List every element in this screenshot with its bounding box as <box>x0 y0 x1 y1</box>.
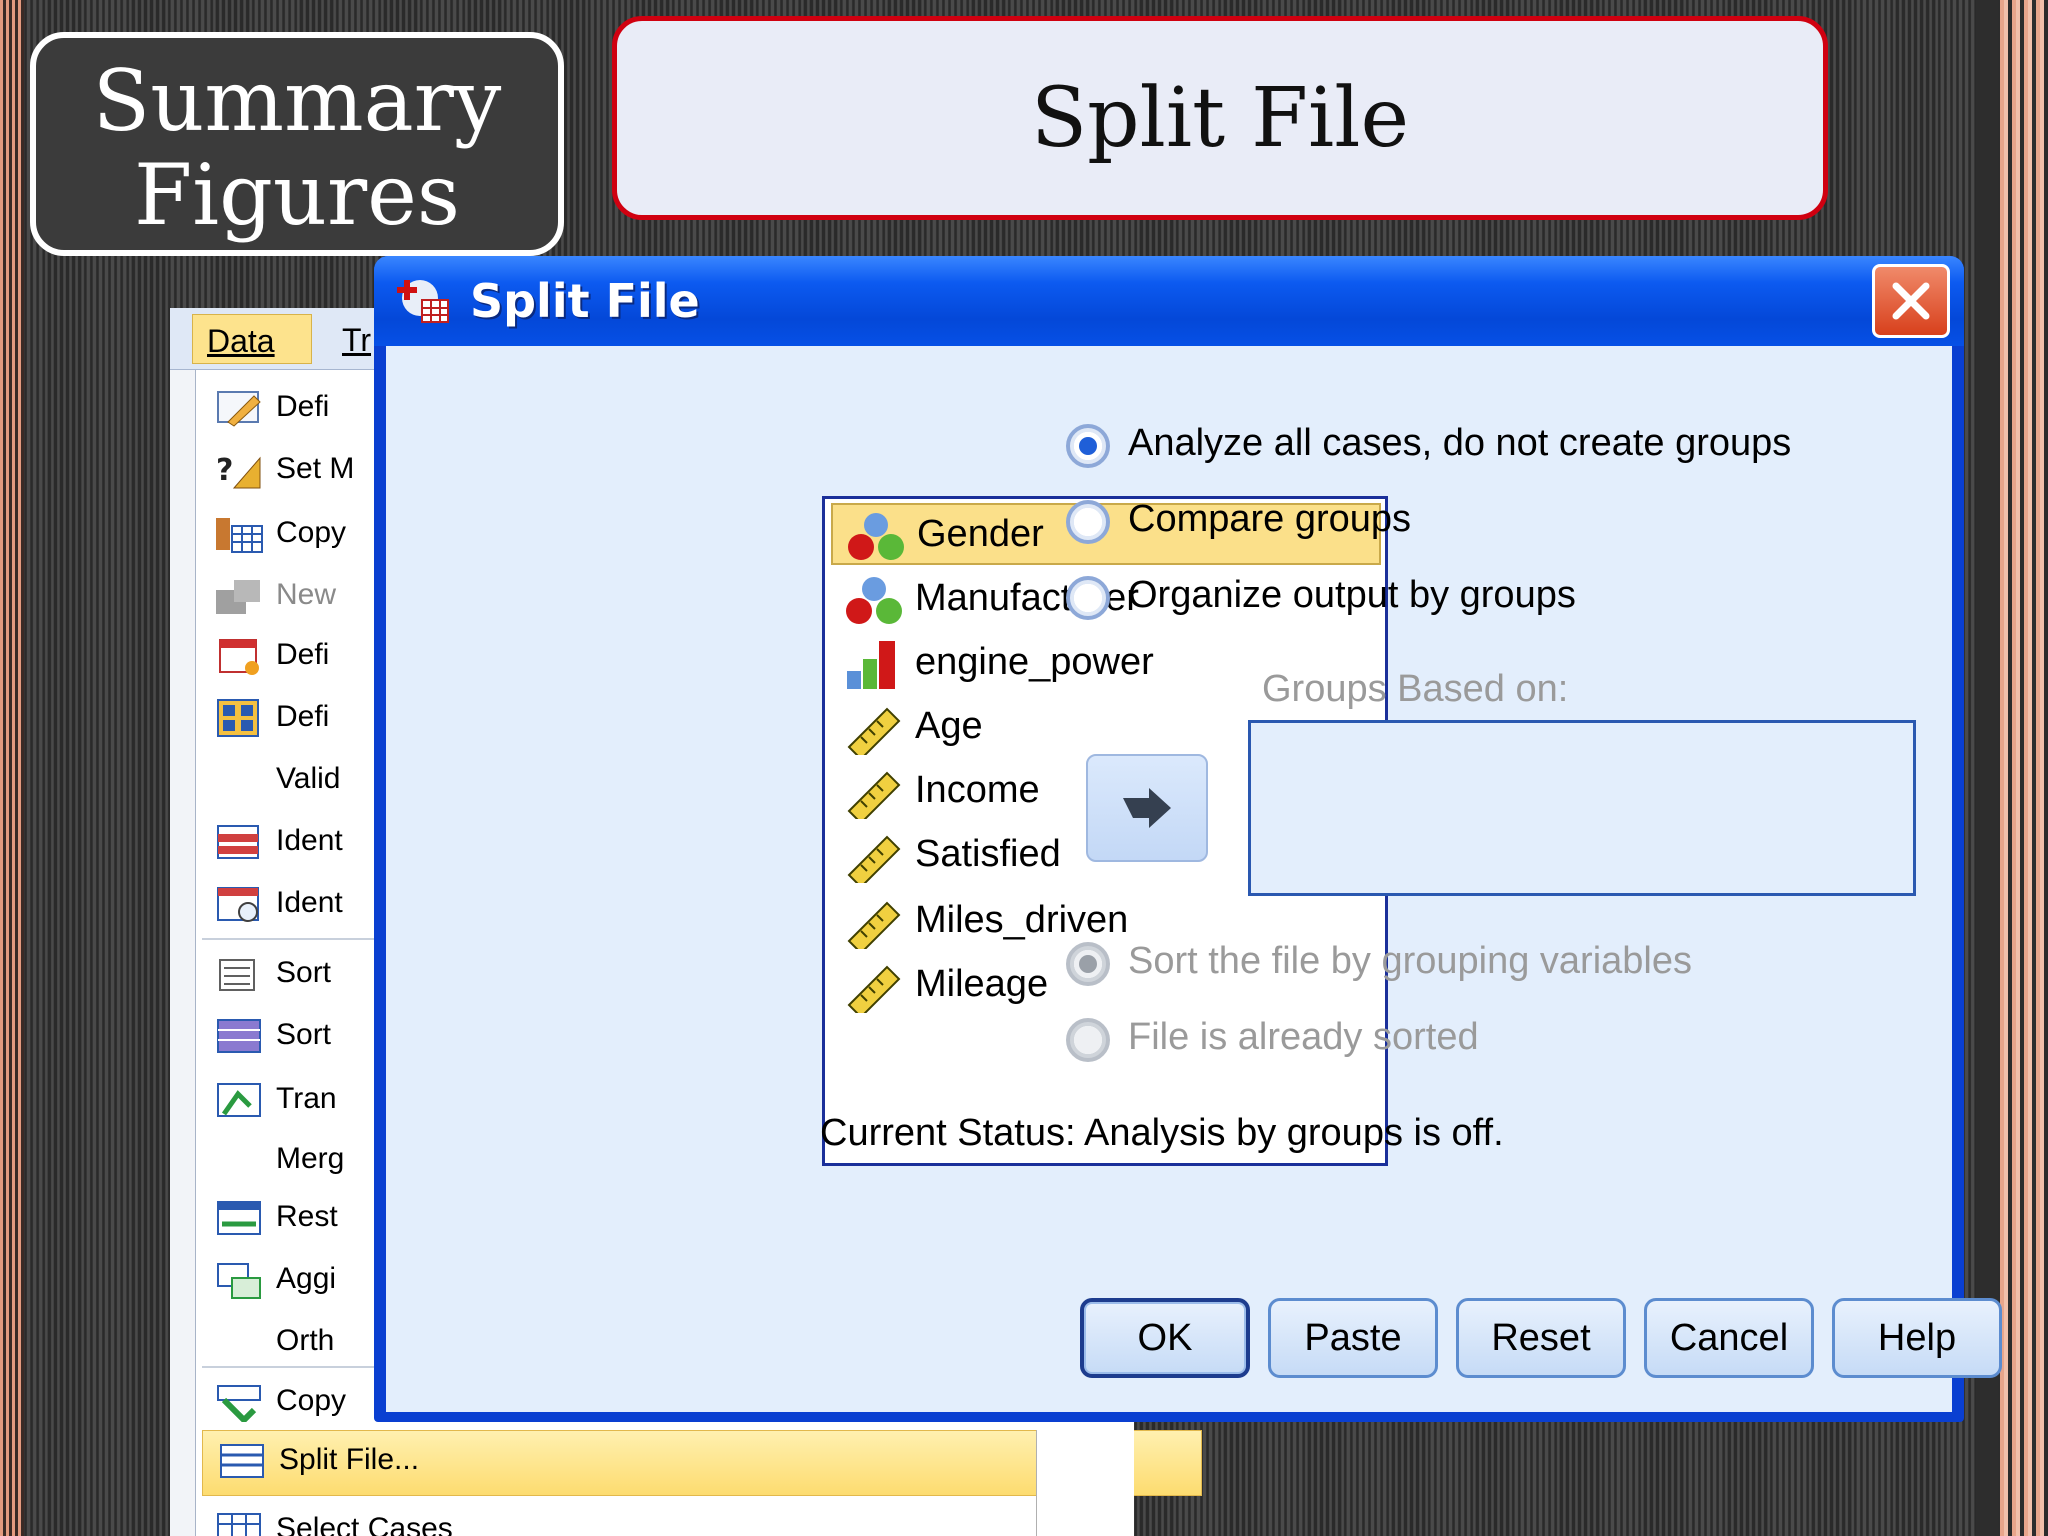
split-file-dialog: Split File Gender Manufacturer engine_po… <box>374 256 2002 1422</box>
ok-button[interactable]: OK <box>1080 1298 1250 1378</box>
identify-duplicate-cases-icon <box>217 825 259 859</box>
identify-unusual-cases-icon <box>217 887 259 922</box>
scale-variable-icon <box>847 901 901 949</box>
cancel-button[interactable]: Cancel <box>1644 1298 1814 1378</box>
nominal-variable-icon <box>846 577 902 624</box>
menu-tab-data[interactable]: Data <box>192 314 312 364</box>
help-button[interactable]: Help <box>1832 1298 2002 1378</box>
dialog-client-area: Gender Manufacturer engine_power Age Inc… <box>386 346 2002 1412</box>
sort-cases-icon <box>219 959 255 991</box>
svg-text:?: ? <box>216 453 233 488</box>
scale-variable-icon <box>847 965 901 1013</box>
slide-title: Split File <box>612 16 1828 220</box>
groups-based-on-list[interactable] <box>1248 720 1916 896</box>
select-cases-icon <box>217 1513 261 1536</box>
copy-dataset-icon <box>217 1385 261 1422</box>
define-multiple-response-icon <box>217 699 259 737</box>
move-variable-button[interactable] <box>1086 754 1208 862</box>
scale-variable-icon <box>847 707 901 755</box>
aggregate-icon <box>217 1263 261 1299</box>
groups-based-on-label: Groups Based on: <box>1262 668 1569 710</box>
menu-icon-gutter <box>170 370 196 1536</box>
define-variable-properties-icon <box>217 391 261 427</box>
sort-variables-icon <box>217 1019 261 1053</box>
paste-button[interactable]: Paste <box>1268 1298 1438 1378</box>
transpose-icon <box>217 1083 261 1117</box>
reset-button[interactable]: Reset <box>1456 1298 1626 1378</box>
nominal-variable-icon <box>848 513 904 560</box>
summary-line-2: Figures <box>134 146 460 244</box>
dialog-titlebar[interactable]: Split File <box>374 256 1964 346</box>
spss-app-icon <box>397 280 449 323</box>
slide-title-text: Split File <box>1030 70 1409 166</box>
current-status-text: Current Status: Analysis by groups is of… <box>820 1112 1504 1154</box>
close-icon <box>1892 282 1930 320</box>
summary-line-1: Summary <box>92 52 502 150</box>
radio-indicator <box>1066 576 1110 620</box>
define-dates-icon <box>219 639 259 675</box>
data-grid-cell <box>1036 1430 1134 1536</box>
dialog-title: Split File <box>470 274 700 328</box>
arrow-right-icon <box>1123 788 1171 828</box>
radio-indicator <box>1066 1018 1110 1062</box>
radio-indicator <box>1066 500 1110 544</box>
restructure-icon <box>217 1201 261 1235</box>
ordinal-variable-icon <box>847 641 895 689</box>
close-button[interactable] <box>1872 264 1950 338</box>
new-custom-attribute-icon <box>216 580 260 614</box>
scale-variable-icon <box>847 771 901 819</box>
copy-data-properties-icon <box>216 518 263 553</box>
radio-selected-indicator <box>1066 424 1110 468</box>
radio-selected-indicator <box>1066 942 1110 986</box>
set-measurement-level-icon: ? <box>216 453 261 489</box>
menu-tab-transform[interactable]: Tr <box>342 322 371 359</box>
summary-figures-label: Summary Figures <box>30 32 564 256</box>
scale-variable-icon <box>847 835 901 883</box>
left-border-stripe <box>0 0 24 1536</box>
split-file-icon <box>220 1444 264 1478</box>
